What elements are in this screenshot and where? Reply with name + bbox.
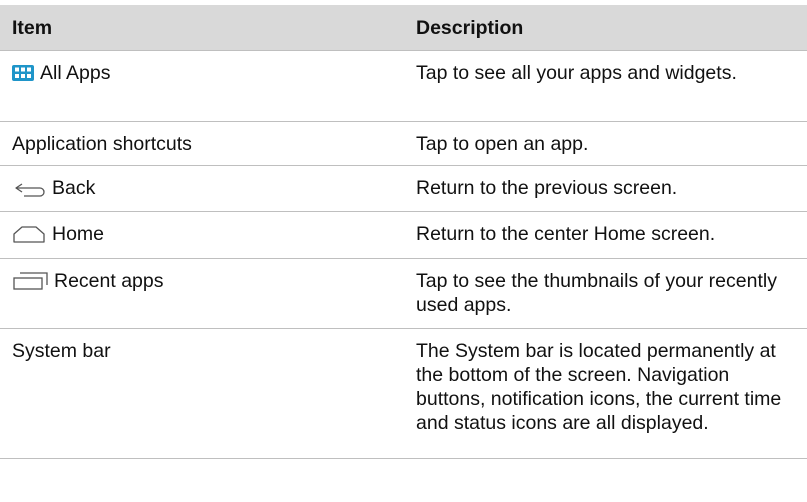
item-cell: Application shortcuts bbox=[0, 121, 404, 166]
header-description: Description bbox=[404, 5, 807, 51]
item-label: Home bbox=[52, 223, 105, 245]
item-cell: Back bbox=[0, 165, 404, 212]
header-item: Item bbox=[0, 5, 404, 51]
table-row: Home Return to the center Home screen. bbox=[0, 211, 807, 259]
table-row: Back Return to the previous screen. bbox=[0, 165, 807, 212]
description-cell: Tap to see all your apps and widgets. bbox=[404, 50, 807, 122]
back-arrow-icon bbox=[12, 178, 46, 198]
item-label: Recent apps bbox=[54, 270, 164, 292]
table-row: Recent apps Tap to see the thumbnails of… bbox=[0, 258, 807, 329]
home-icon bbox=[12, 224, 46, 244]
table-row: Application shortcuts Tap to open an app… bbox=[0, 121, 807, 166]
description-cell: Return to the center Home screen. bbox=[404, 211, 807, 259]
table-header-row: Item Description bbox=[0, 5, 807, 51]
items-table: Item Description All Apps Tap to see all… bbox=[0, 5, 807, 459]
description-cell: Tap to see the thumbnails of your recent… bbox=[404, 258, 807, 329]
table-row: All Apps Tap to see all your apps and wi… bbox=[0, 50, 807, 122]
recent-apps-icon bbox=[12, 271, 48, 291]
description-cell: The System bar is located permanently at… bbox=[404, 328, 807, 459]
item-cell: System bar bbox=[0, 328, 404, 459]
table-row: System bar The System bar is located per… bbox=[0, 328, 807, 459]
item-cell: Recent apps bbox=[0, 258, 404, 329]
description-cell: Tap to open an app. bbox=[404, 121, 807, 166]
item-cell: All Apps bbox=[0, 50, 404, 122]
item-label: All Apps bbox=[40, 62, 111, 84]
item-cell: Home bbox=[0, 211, 404, 259]
item-label: Back bbox=[52, 177, 96, 199]
all-apps-grid-icon bbox=[12, 65, 34, 81]
description-cell: Return to the previous screen. bbox=[404, 165, 807, 212]
